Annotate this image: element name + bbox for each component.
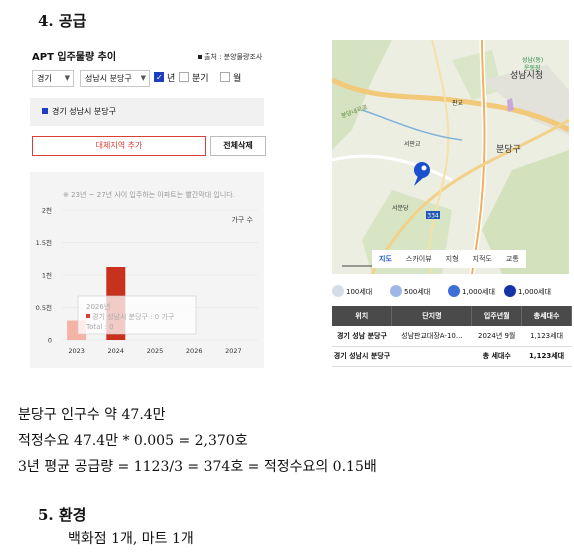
map-type-tabs: 지도 스카이뷰 지형 지적도 교통: [372, 250, 526, 268]
col-location[interactable]: 위치: [332, 306, 393, 326]
x-tick-label: 2025: [147, 347, 164, 355]
tooltip-line2: Total : 0: [85, 323, 114, 331]
col-move-in[interactable]: 입주년월: [471, 306, 523, 326]
table-cell: 총 세대수: [471, 346, 522, 367]
y-tick-label: 0.5천: [36, 303, 52, 312]
x-tick-label: 2026: [186, 347, 203, 355]
col-complex[interactable]: 단지명: [391, 306, 473, 326]
supply-trend-panel: APT 입주물량 추이 출처 : 분양물량조사 경기▼ 성남시 분당구▼ 년 분…: [28, 38, 268, 368]
tab-terrain[interactable]: 지형: [439, 250, 466, 268]
table-header-row: 위치 단지명 입주년월 총세대수: [332, 306, 572, 326]
table-cell: 경기 성남 분당구: [332, 326, 392, 347]
map-label-stadium-1: 성남(동): [522, 56, 543, 64]
x-tick-label: 2027: [225, 347, 242, 355]
col-households[interactable]: 총세대수: [521, 306, 572, 326]
apartment-table: 위치 단지명 입주년월 총세대수 경기 성남 분당구 성남판교대장A-10...…: [332, 306, 572, 367]
legend-1000a: 1,000세대: [448, 285, 495, 299]
legend-100: 100세대: [332, 285, 372, 299]
marker-medium-icon: [390, 285, 402, 297]
marker-xlarge-icon: [504, 285, 516, 297]
y-tick-label: 0: [48, 337, 52, 345]
section-5-heading: 5. 환경: [38, 506, 87, 524]
map-label-stadium-2: 운동장: [524, 64, 541, 72]
tooltip-line1: 경기 성남시 분당구 : 0 가구: [92, 312, 175, 321]
map-label-pangyo: 판교: [452, 99, 464, 107]
paragraph-population: 분당구 인구수 약 47.4만: [18, 407, 166, 423]
y-tick-label: 1.5천: [36, 238, 52, 247]
table-row[interactable]: 경기 성남 분당구 성남판교대장A-10... 2024년 9월 1,123세대: [332, 326, 572, 347]
map-view[interactable]: 334 성남시청 성남(동) 운동장 분당구 서판교 서분당 판교 분당내곡로: [332, 40, 569, 274]
y-tick-label: 1천: [42, 271, 52, 280]
tab-map[interactable]: 지도: [372, 250, 399, 268]
table-cell: [391, 346, 472, 367]
marker-large-icon: [448, 285, 460, 297]
table-row: 경기 성남시 분당구 총 세대수 1,123세대: [332, 346, 572, 367]
supply-bar-chart: 00.5천1천1.5천2천 2023 2024 2025 2026 2027 가구 수 …: [36, 206, 258, 355]
y-axis-label: 가구 수: [231, 215, 253, 224]
marker-small-icon: [332, 285, 344, 297]
tab-cadastral[interactable]: 지적도: [466, 250, 499, 268]
section-4-heading: 4. 공급: [38, 12, 87, 30]
x-tick-label: 2024: [108, 347, 125, 355]
tab-traffic[interactable]: 교통: [499, 250, 526, 268]
tooltip-year: 2026년: [86, 302, 110, 311]
table-cell: 1,123세대: [521, 346, 572, 367]
x-tick-label: 2023: [68, 347, 85, 355]
paragraph-supply: 3년 평균 공급량 = 1123/3 = 374호 = 적정수요의 0.15배: [18, 459, 377, 475]
map-canvas: 334 성남시청 성남(동) 운동장 분당구 서판교 서분당 판교 분당내곡로: [332, 40, 569, 274]
map-label-seopangyo: 서판교: [404, 140, 421, 148]
map-label-seobundang: 서분당: [392, 204, 409, 212]
tooltip-swatch: [86, 314, 90, 318]
table-cell: 2024년 9월: [471, 326, 522, 347]
table-cell: 1,123세대: [521, 326, 572, 347]
table-cell: 경기 성남시 분당구: [332, 346, 392, 367]
tab-skyview[interactable]: 스카이뷰: [399, 250, 439, 268]
road-sign: 334: [427, 213, 439, 220]
marker-legend: 100세대 500세대 1,000세대 1,000세대: [332, 283, 572, 301]
y-tick-label: 2천: [42, 206, 52, 215]
section-5-content: 백화점 1개, 마트 1개: [68, 531, 194, 547]
legend-500: 500세대: [390, 285, 430, 299]
map-label-bundang: 분당구: [496, 144, 521, 155]
legend-1000b: 1,000세대: [504, 285, 551, 299]
chart-tooltip: 2026년 경기 성남시 분당구 : 0 가구 Total : 0: [77, 295, 197, 335]
paragraph-demand: 적정수요 47.4만 * 0.005 = 2,370호: [18, 433, 248, 449]
table-cell[interactable]: 성남판교대장A-10...: [391, 326, 472, 347]
